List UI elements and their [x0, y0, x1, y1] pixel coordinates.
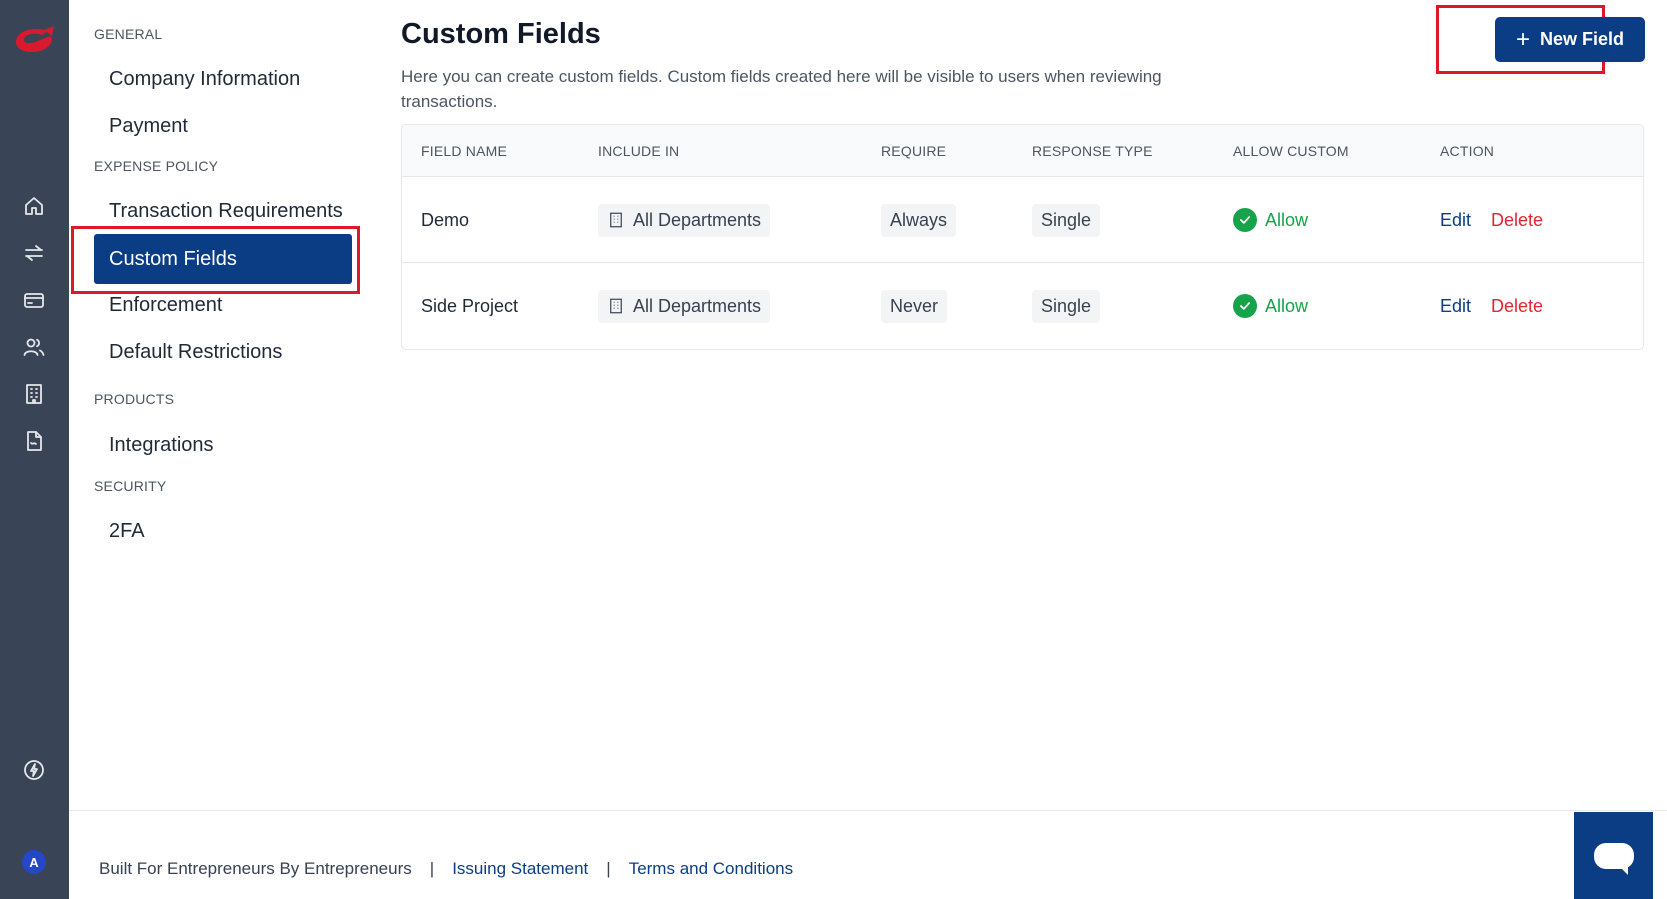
- include-in-label: All Departments: [633, 295, 762, 316]
- sidebar-item-label: Transaction Requirements: [109, 199, 343, 222]
- sidebar-item-enforcement[interactable]: Enforcement: [94, 280, 352, 330]
- field-name-cell: Side Project: [421, 295, 519, 316]
- users-icon[interactable]: [20, 333, 48, 361]
- issuing-statement-link[interactable]: Issuing Statement: [452, 859, 588, 879]
- column-header-action: ACTION: [1440, 143, 1495, 159]
- table-row: Demo All Departments Always Single Allow: [402, 177, 1643, 263]
- section-products-title: PRODUCTS: [94, 391, 175, 407]
- include-in-cell: All Departments: [598, 263, 771, 349]
- building-icon: [610, 298, 622, 314]
- sidebar-item-default-restrictions[interactable]: Default Restrictions: [94, 327, 352, 377]
- column-header-require: REQUIRE: [881, 143, 947, 159]
- terms-and-conditions-link[interactable]: Terms and Conditions: [629, 859, 793, 879]
- footer-links: Built For Entrepreneurs By Entrepreneurs…: [99, 859, 793, 879]
- footer-tagline: Built For Entrepreneurs By Entrepreneurs: [99, 859, 412, 878]
- allow-label: Allow: [1265, 295, 1309, 316]
- require-cell: Always: [881, 177, 957, 263]
- response-type-cell: Single: [1032, 263, 1101, 349]
- check-circle-icon: [1233, 294, 1257, 318]
- sidebar-item-label: Enforcement: [109, 293, 223, 316]
- allow-status: Allow: [1233, 294, 1308, 318]
- column-header-field-name: FIELD NAME: [421, 143, 508, 159]
- chat-button[interactable]: [1574, 812, 1653, 899]
- column-header-allow-custom: ALLOW CUSTOM: [1233, 143, 1349, 159]
- sidebar-item-integrations[interactable]: Integrations: [94, 420, 352, 470]
- avatar[interactable]: A: [22, 850, 46, 874]
- building-icon: [610, 212, 622, 228]
- require-chip: Always: [881, 203, 957, 237]
- footer: Built For Entrepreneurs By Entrepreneurs…: [69, 810, 1667, 899]
- response-type-chip: Single: [1032, 203, 1101, 237]
- sidebar-item-2fa[interactable]: 2FA: [94, 506, 352, 556]
- transfer-icon[interactable]: [20, 239, 48, 267]
- sidebar-item-custom-fields[interactable]: Custom Fields: [94, 234, 352, 284]
- include-in-chip: All Departments: [598, 289, 771, 323]
- table-header: FIELD NAME INCLUDE IN REQUIRE RESPONSE T…: [402, 125, 1643, 177]
- page-title: Custom Fields: [401, 18, 601, 50]
- settings-sidebar: GENERAL Company Information Payment EXPE…: [69, 0, 379, 810]
- sidebar-item-company-information[interactable]: Company Information: [94, 54, 352, 104]
- sidebar-item-payment[interactable]: Payment: [94, 101, 352, 151]
- require-chip: Never: [881, 289, 948, 323]
- sidebar-item-transaction-requirements[interactable]: Transaction Requirements: [94, 186, 352, 236]
- sidebar-item-label: Default Restrictions: [109, 340, 283, 363]
- sidebar-item-label: Custom Fields: [109, 247, 237, 270]
- response-type-chip: Single: [1032, 289, 1101, 323]
- include-in-chip: All Departments: [598, 203, 771, 237]
- sidebar-item-label: Integrations: [109, 433, 214, 456]
- allow-label: Allow: [1265, 209, 1309, 230]
- home-icon[interactable]: [20, 192, 48, 220]
- section-general-title: GENERAL: [94, 26, 163, 42]
- new-field-button-label: New Field: [1540, 29, 1625, 49]
- section-security-title: SECURITY: [94, 478, 167, 494]
- include-in-label: All Departments: [633, 209, 762, 230]
- check-circle-icon: [1233, 208, 1257, 232]
- delete-link[interactable]: Delete: [1491, 210, 1543, 231]
- icon-rail: A: [0, 0, 69, 899]
- action-cell: Edit Delete: [1440, 263, 1543, 349]
- sidebar-item-label: Company Information: [109, 67, 301, 90]
- lightning-icon[interactable]: [20, 756, 48, 784]
- allow-custom-cell: Allow: [1233, 263, 1308, 349]
- sidebar-item-label: Payment: [109, 114, 188, 137]
- response-type-cell: Single: [1032, 177, 1101, 263]
- include-in-cell: All Departments: [598, 177, 771, 263]
- plus-icon: +: [1515, 25, 1530, 53]
- brand-logo-icon[interactable]: [10, 22, 58, 58]
- footer-separator: |: [606, 859, 611, 878]
- table-row: Side Project All Departments Never Singl…: [402, 263, 1643, 349]
- column-header-include-in: INCLUDE IN: [598, 143, 680, 159]
- sidebar-item-label: 2FA: [109, 519, 145, 542]
- page-description: Here you can create custom fields. Custo…: [401, 67, 1162, 111]
- document-icon[interactable]: [20, 427, 48, 455]
- require-cell: Never: [881, 263, 948, 349]
- edit-link[interactable]: Edit: [1440, 296, 1471, 317]
- delete-link[interactable]: Delete: [1491, 296, 1543, 317]
- section-expense-policy-title: EXPENSE POLICY: [94, 158, 219, 174]
- card-icon[interactable]: [20, 286, 48, 314]
- allow-status: Allow: [1233, 208, 1308, 232]
- new-field-button[interactable]: + New Field: [1495, 17, 1645, 62]
- edit-link[interactable]: Edit: [1440, 210, 1471, 231]
- action-cell: Edit Delete: [1440, 177, 1543, 263]
- field-name-cell: Demo: [421, 209, 470, 230]
- column-header-response-type: RESPONSE TYPE: [1032, 143, 1153, 159]
- building-icon[interactable]: [20, 380, 48, 408]
- chat-bubble-icon: [1593, 842, 1634, 875]
- footer-separator: |: [429, 859, 435, 878]
- allow-custom-cell: Allow: [1233, 177, 1308, 263]
- custom-fields-table: FIELD NAME INCLUDE IN REQUIRE RESPONSE T…: [401, 124, 1644, 350]
